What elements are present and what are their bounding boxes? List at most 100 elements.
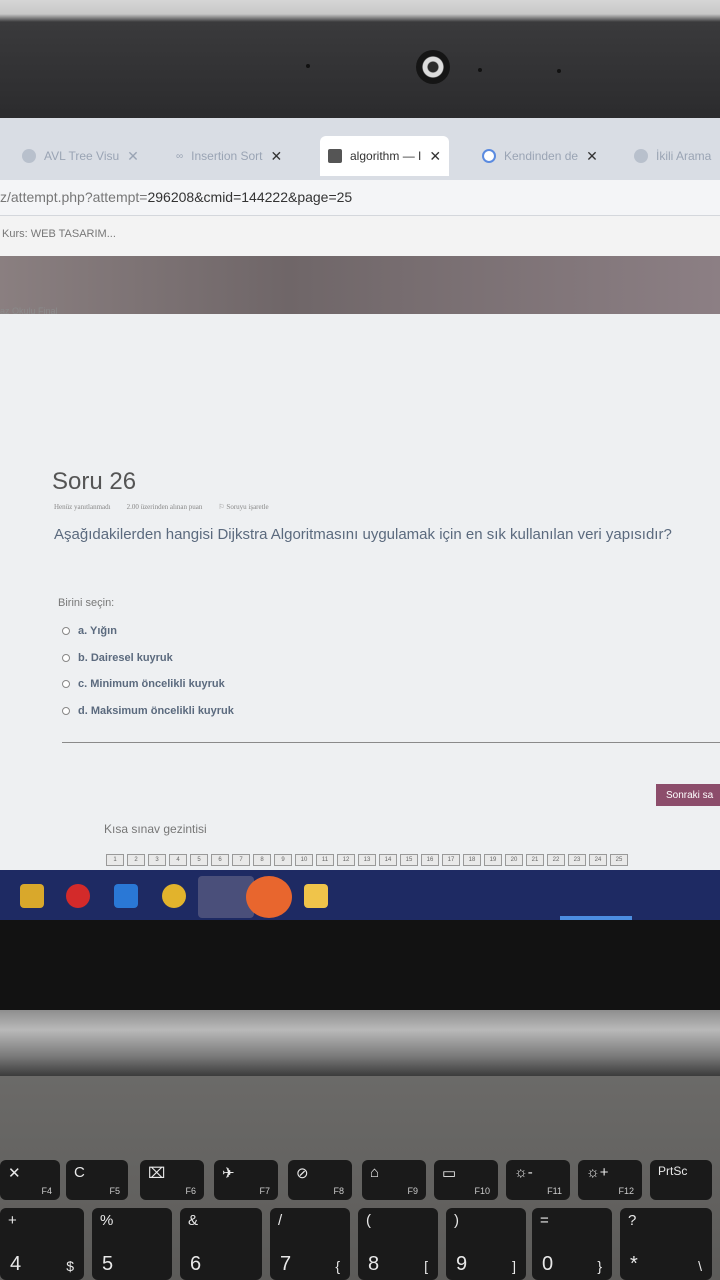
key-5[interactable]: % 5 xyxy=(92,1208,172,1280)
quiz-page-button[interactable]: 15 xyxy=(400,854,418,866)
folder-icon[interactable] xyxy=(304,884,328,908)
bezel-sensor xyxy=(557,69,561,73)
answer-status: Henüz yanıtlanmadı xyxy=(54,503,111,511)
quiz-page-button[interactable]: 5 xyxy=(190,854,208,866)
opera-icon[interactable] xyxy=(66,884,90,908)
quiz-page-button[interactable]: 24 xyxy=(589,854,607,866)
option-c[interactable]: c. Minimum öncelikli kuyruk xyxy=(62,671,234,698)
tab-insertion-sort[interactable]: ∞ Insertion Sort ✕ xyxy=(168,136,290,176)
question-points: 2.00 üzerinden alınan puan xyxy=(126,503,203,511)
laptop-bezel xyxy=(0,0,720,120)
close-icon[interactable]: ✕ xyxy=(127,148,139,165)
teamviewer-icon[interactable] xyxy=(246,876,292,918)
key-question[interactable]: ? * \ xyxy=(620,1208,712,1280)
quiz-page-button[interactable]: 3 xyxy=(148,854,166,866)
page-banner xyxy=(0,256,720,314)
key-f4[interactable]: ✕ F4 xyxy=(0,1160,60,1200)
quiz-page-button[interactable]: 12 xyxy=(337,854,355,866)
quiz-page-button[interactable]: 14 xyxy=(379,854,397,866)
option-d[interactable]: d. Maksimum öncelikli kuyruk xyxy=(62,698,234,725)
tab-kendinden[interactable]: Kendinden de ✕ xyxy=(474,136,606,176)
quiz-page-button[interactable]: 20 xyxy=(505,854,523,866)
lower-bezel xyxy=(0,920,720,1010)
key-f5[interactable]: C F5 xyxy=(66,1160,128,1200)
tab-avl-tree[interactable]: AVL Tree Visu ✕ xyxy=(14,136,147,176)
chrome-icon[interactable] xyxy=(162,884,186,908)
file-explorer-app-icon[interactable] xyxy=(20,884,44,908)
radio-button[interactable] xyxy=(62,653,70,662)
key-f10[interactable]: ▭ F10 xyxy=(434,1160,498,1200)
tab-ikili-arama[interactable]: İkili Arama xyxy=(626,136,719,176)
quiz-navigation-title: Kısa sınav gezintisi xyxy=(104,822,207,836)
bezel-sensor xyxy=(478,68,482,72)
quiz-page-button[interactable]: 11 xyxy=(316,854,334,866)
flag-icon: ⚐ xyxy=(218,503,225,511)
browser-window: AVL Tree Visu ✕ ∞ Insertion Sort ✕ algor… xyxy=(0,118,720,870)
quiz-page-button[interactable]: 10 xyxy=(295,854,313,866)
keyboard-deck: ✕ F4 C F5 ⌧ F6 ✈ F7 ⊘ F8 ⌂ F9 ▭ F10 ☼- F… xyxy=(0,1076,720,1280)
quiz-page-button[interactable]: 4 xyxy=(169,854,187,866)
webcam xyxy=(416,50,450,84)
choose-label: Birini seçin: xyxy=(58,597,115,609)
close-icon[interactable]: ✕ xyxy=(271,148,283,165)
key-f7[interactable]: ✈ F7 xyxy=(214,1160,278,1200)
key-f9[interactable]: ⌂ F9 xyxy=(362,1160,426,1200)
quiz-page-button[interactable]: 23 xyxy=(568,854,586,866)
option-a[interactable]: a. Yığın xyxy=(62,618,234,645)
quiz-page-button[interactable]: 18 xyxy=(463,854,481,866)
page-icon xyxy=(328,149,342,163)
quiz-page-button[interactable]: 9 xyxy=(274,854,292,866)
question-info: Henüz yanıtlanmadı 2.00 üzerinden alınan… xyxy=(54,503,269,511)
globe-icon xyxy=(634,149,648,163)
quiz-page-button[interactable]: 6 xyxy=(211,854,229,866)
exam-breadcrumb[interactable]: az Okulu Final xyxy=(0,306,58,316)
quiz-page-button[interactable]: 16 xyxy=(421,854,439,866)
key-f11[interactable]: ☼- F11 xyxy=(506,1160,570,1200)
quiz-page-button[interactable]: 1 xyxy=(106,854,124,866)
quiz-page-button[interactable]: 13 xyxy=(358,854,376,866)
question-title: Soru 26 xyxy=(52,468,137,495)
radio-button[interactable] xyxy=(62,706,70,715)
quiz-page-button[interactable]: 17 xyxy=(442,854,460,866)
option-b[interactable]: b. Dairesel kuyruk xyxy=(62,645,234,672)
laptop-hinge xyxy=(0,1010,720,1076)
key-0[interactable]: = 0 } xyxy=(532,1208,612,1280)
key-6[interactable]: & 6 xyxy=(180,1208,262,1280)
question-text: Aşağıdakilerden hangisi Dijkstra Algorit… xyxy=(54,526,672,543)
answer-options: a. Yığın b. Dairesel kuyruk c. Minimum ö… xyxy=(62,618,234,724)
key-9[interactable]: ) 9 ] xyxy=(446,1208,526,1280)
search-icon xyxy=(482,149,496,163)
next-page-button[interactable]: Sonraki sa xyxy=(656,784,720,806)
key-7[interactable]: / 7 { xyxy=(270,1208,350,1280)
tab-strip: AVL Tree Visu ✕ ∞ Insertion Sort ✕ algor… xyxy=(0,118,720,180)
key-f6[interactable]: ⌧ F6 xyxy=(140,1160,204,1200)
vscode-icon[interactable] xyxy=(114,884,138,908)
course-bar: Kurs: WEB TASARIM... xyxy=(0,216,720,256)
quiz-page-button[interactable]: 21 xyxy=(526,854,544,866)
quiz-page-button[interactable]: 22 xyxy=(547,854,565,866)
radio-button[interactable] xyxy=(62,680,70,689)
quiz-page-button[interactable]: 8 xyxy=(253,854,271,866)
key-f12[interactable]: ☼+ F12 xyxy=(578,1160,642,1200)
close-icon[interactable]: ✕ xyxy=(586,148,598,165)
globe-icon xyxy=(22,149,36,163)
quiz-navigation: 1 2 3 4 5 6 7 8 9 10 11 12 13 14 15 16 17 18 19 20 21 22 23 24 2… xyxy=(106,854,628,866)
course-breadcrumb[interactable]: Kurs: WEB TASARIM... xyxy=(2,228,116,240)
site-icon: ∞ xyxy=(176,150,184,162)
taskbar xyxy=(0,870,720,920)
flag-question-link[interactable]: ⚐ Soruyu işaretle xyxy=(218,503,268,511)
quiz-page-button[interactable]: 25 xyxy=(610,854,628,866)
divider xyxy=(62,742,720,743)
radio-button[interactable] xyxy=(62,627,70,636)
key-f8[interactable]: ⊘ F8 xyxy=(288,1160,352,1200)
key-8[interactable]: ( 8 [ xyxy=(358,1208,438,1280)
url-text[interactable]: z/attempt.php?attempt=296208&cmid=144222… xyxy=(0,189,352,205)
tab-algorithm[interactable]: algorithm — I ✕ xyxy=(320,136,450,176)
address-bar[interactable]: z/attempt.php?attempt=296208&cmid=144222… xyxy=(0,180,720,216)
quiz-page-button[interactable]: 19 xyxy=(484,854,502,866)
key-4[interactable]: + 4 $ xyxy=(0,1208,84,1280)
quiz-page-button[interactable]: 7 xyxy=(232,854,250,866)
close-icon[interactable]: ✕ xyxy=(429,148,441,165)
quiz-page-button[interactable]: 2 xyxy=(127,854,145,866)
key-prtsc[interactable]: PrtSc xyxy=(650,1160,712,1200)
